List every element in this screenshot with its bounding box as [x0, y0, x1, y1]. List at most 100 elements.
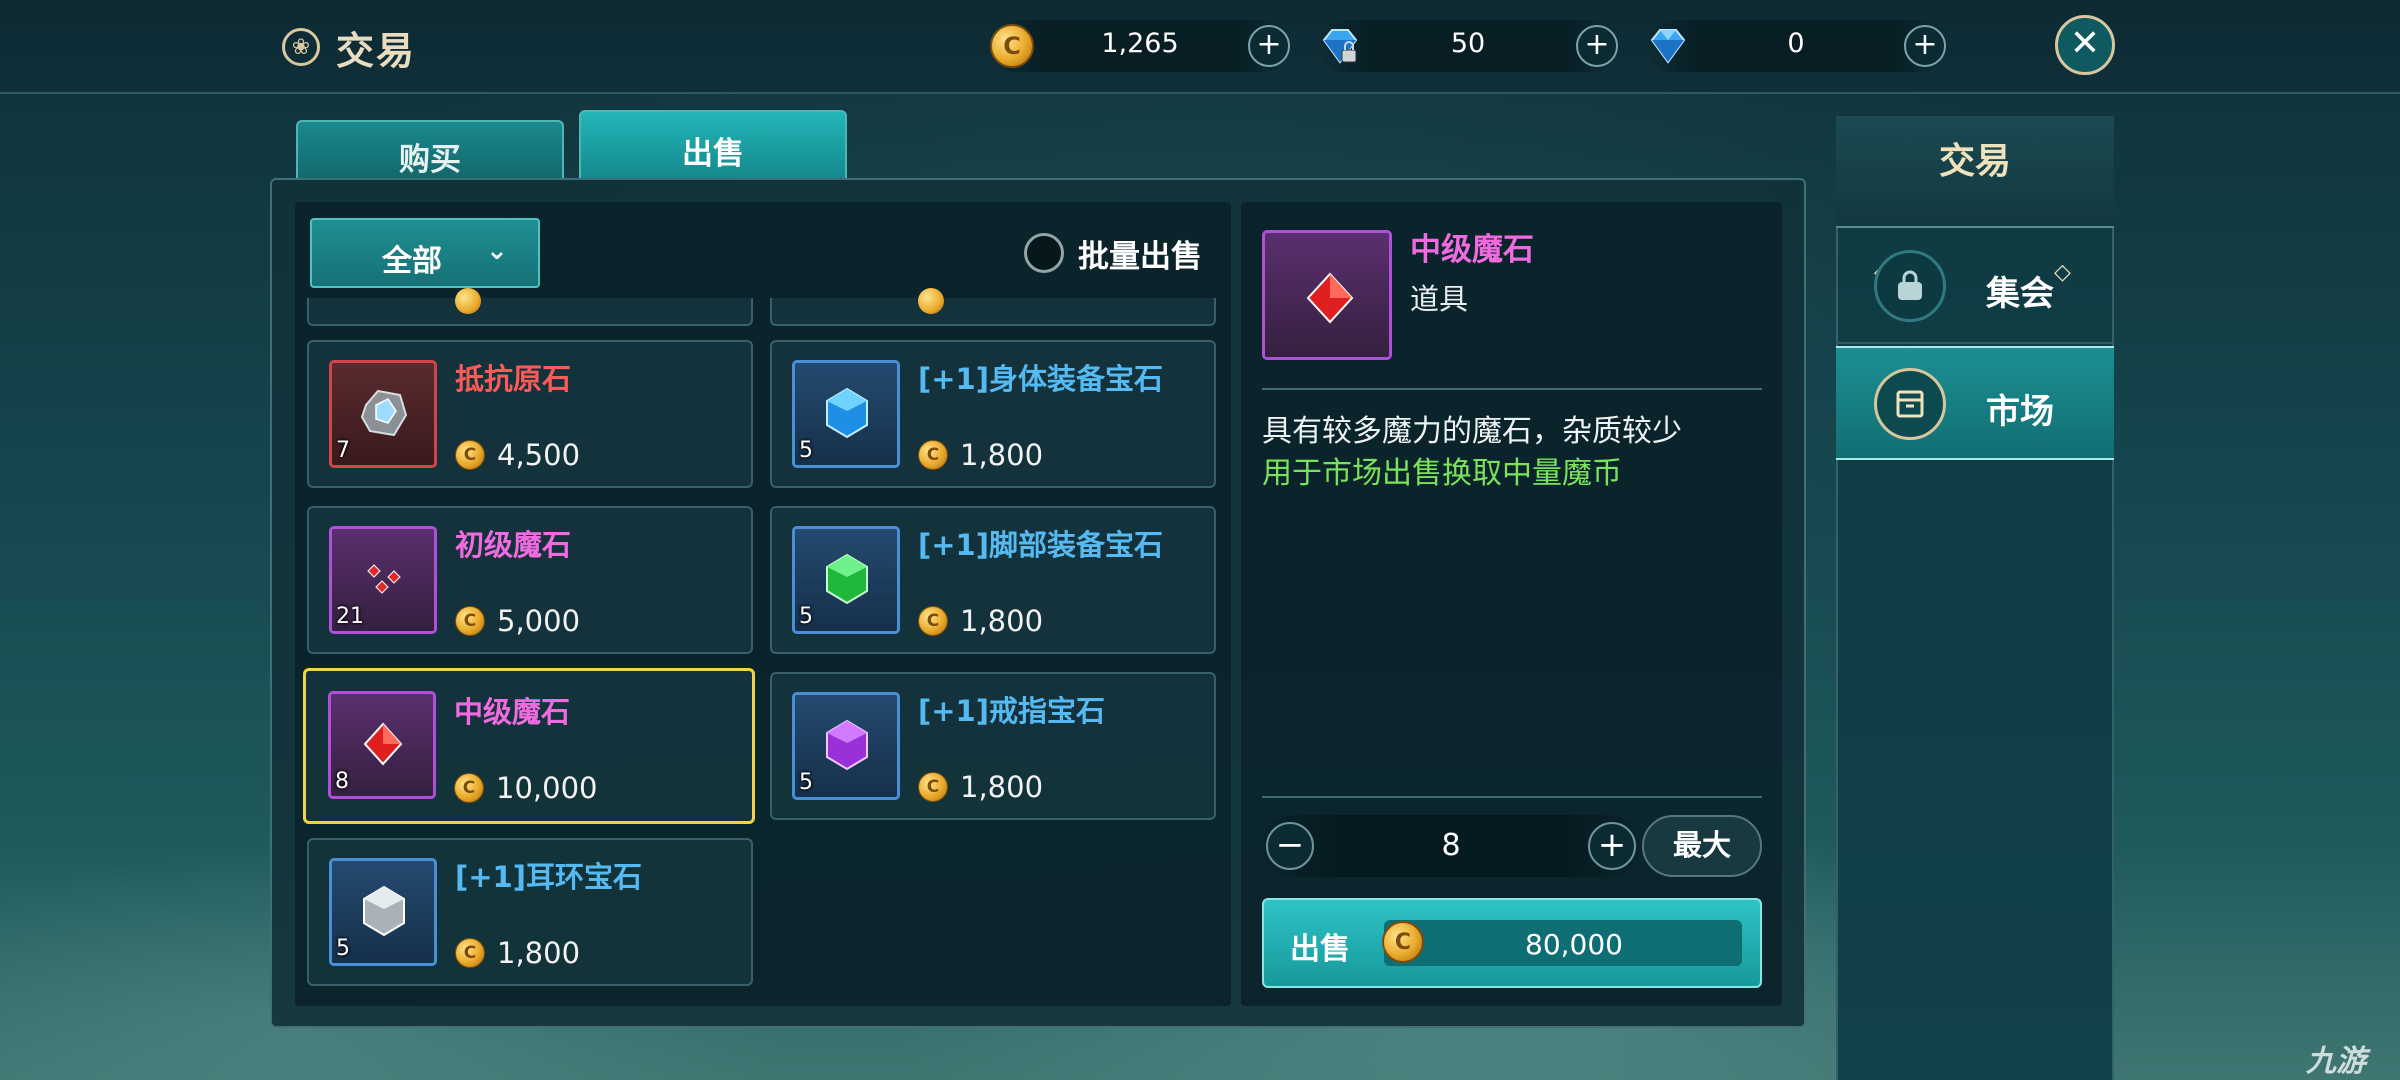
item-price-value: 5,000: [497, 604, 581, 638]
item-price: C 5,000: [455, 604, 580, 638]
gold-coin-icon: [918, 288, 944, 314]
sell-total: C 80,000: [1382, 920, 1742, 966]
item-price-value: 1,800: [960, 438, 1044, 472]
item-price-value: 10,000: [496, 771, 598, 805]
item-name: [+1]戒指宝石: [918, 694, 1105, 728]
gold-coin-icon: [455, 288, 481, 314]
list-item-basic-magic-stone[interactable]: 21 初级魔石 C 5,000: [307, 506, 753, 654]
item-price: C 1,800: [455, 936, 580, 970]
small-magic-stones-icon: [367, 564, 401, 594]
add-bound-diamond-button[interactable]: +: [1576, 25, 1618, 67]
list-item-ring-gem[interactable]: 5 [+1]戒指宝石 C 1,800: [770, 672, 1216, 820]
item-price: C 1,800: [918, 770, 1043, 804]
gold-currency: C 1,265 +: [990, 20, 1290, 72]
detail-usage: 用于市场出售换取中量魔币: [1262, 456, 1622, 491]
item-slot: 7: [329, 360, 437, 468]
tab-sell[interactable]: 出售: [579, 110, 847, 178]
item-count: 5: [336, 936, 350, 961]
detail-item-type: 道具: [1410, 282, 1469, 316]
item-price: C 1,800: [918, 438, 1043, 472]
category-filter-dropdown[interactable]: 全部 ⌄: [310, 218, 540, 288]
item-name: [+1]身体装备宝石: [918, 362, 1163, 396]
detail-item-name: 中级魔石: [1410, 232, 1534, 268]
add-gold-button[interactable]: +: [1248, 25, 1290, 67]
shop-stall-icon: [1874, 368, 1946, 440]
item-price: C 10,000: [454, 771, 597, 805]
blue-gem-icon: [826, 387, 868, 439]
item-count: 5: [799, 770, 813, 795]
tab-buy[interactable]: 购买: [296, 120, 564, 178]
item-name: 初级魔石: [455, 528, 572, 562]
list-item-mid-magic-stone[interactable]: 8 中级魔石 C 10,000: [303, 668, 755, 824]
item-name: [+1]脚部装备宝石: [918, 528, 1163, 562]
close-icon: ✕: [2069, 23, 2101, 64]
red-magic-stone-icon: [1306, 272, 1354, 324]
item-slot: 21: [329, 526, 437, 634]
increase-quantity-button[interactable]: +: [1588, 822, 1636, 870]
top-bar: ❀ 交易 C 1,265 + 50 + 0 + ✕: [0, 0, 2400, 94]
quantity-value: 8: [1441, 828, 1461, 863]
locked-diamond-icon: [1322, 29, 1358, 64]
gold-coin-icon: C: [454, 773, 484, 803]
sidebar-item-label: 市场: [1986, 392, 2054, 432]
item-price: C 1,800: [918, 604, 1043, 638]
item-name: 中级魔石: [454, 695, 571, 729]
item-price-value: 1,800: [497, 936, 581, 970]
close-button[interactable]: ✕: [2055, 15, 2115, 75]
gold-amount: 1,265: [1101, 28, 1179, 59]
decrease-quantity-button[interactable]: −: [1266, 822, 1314, 870]
sell-total-value: 80,000: [1525, 928, 1623, 961]
list-item-body-gem[interactable]: 5 [+1]身体装备宝石 C 1,800: [770, 340, 1216, 488]
category-filter-label: 全部: [382, 244, 442, 279]
silver-gem-icon: [363, 885, 405, 937]
gold-coin-icon: C: [918, 772, 948, 802]
bound-diamond-amount: 50: [1450, 28, 1486, 59]
list-item-resist-ore[interactable]: 7 抵抗原石 C 4,500: [307, 340, 753, 488]
batch-sell-toggle[interactable]: 批量出售: [1024, 230, 1202, 276]
item-price-value: 4,500: [497, 438, 581, 472]
diamond-currency: 0 +: [1646, 20, 1946, 72]
gold-coin-icon: C: [990, 24, 1034, 68]
batch-sell-radio[interactable]: [1024, 233, 1064, 273]
quantity-stepper: − 8 +: [1262, 815, 1640, 877]
sidebar-item-gathering[interactable]: 集会: [1836, 230, 2114, 344]
sell-button[interactable]: 出售 C 80,000: [1262, 898, 1762, 988]
item-price: C 4,500: [455, 438, 580, 472]
diamond-icon: [1650, 29, 1686, 64]
item-slot: 5: [792, 360, 900, 468]
chevron-down-icon: ⌄: [486, 236, 508, 266]
max-quantity-button[interactable]: 最大: [1642, 815, 1762, 877]
item-count: 5: [799, 604, 813, 629]
detail-item-slot: [1262, 230, 1392, 360]
gold-coin-icon: C: [455, 938, 485, 968]
purple-gem-icon: [826, 719, 868, 771]
list-item-partial[interactable]: [770, 288, 1216, 326]
item-slot: 5: [792, 526, 900, 634]
watermark-logo: 九游: [2306, 1044, 2366, 1079]
bound-diamond-currency: 50 +: [1318, 20, 1618, 72]
batch-sell-label: 批量出售: [1078, 238, 1202, 275]
divider: [1262, 796, 1762, 798]
item-slot: 5: [792, 692, 900, 800]
gold-coin-icon: C: [918, 606, 948, 636]
inventory-list[interactable]: 7 抵抗原石 C 4,500 5 [+1]身体装备宝石 C 1,800 21 初…: [295, 202, 1231, 1006]
divider: [1262, 388, 1762, 390]
gold-coin-icon: C: [455, 606, 485, 636]
list-item-earring-gem[interactable]: 5 [+1]耳环宝石 C 1,800: [307, 838, 753, 986]
item-price-value: 1,800: [960, 770, 1044, 804]
item-name: [+1]耳环宝石: [455, 860, 642, 894]
trade-emblem-icon: ❀: [282, 28, 320, 66]
item-count: 7: [336, 438, 350, 463]
list-item-foot-gem[interactable]: 5 [+1]脚部装备宝石 C 1,800: [770, 506, 1216, 654]
bag-icon-glyph: [1898, 270, 1922, 300]
item-count: 21: [336, 604, 364, 629]
sidebar-item-market[interactable]: 市场: [1836, 346, 2114, 460]
list-item-partial[interactable]: [307, 288, 753, 326]
side-nav-title: 交易: [1938, 141, 2011, 182]
screen-title: ❀ 交易: [282, 22, 416, 73]
item-price-value: 1,800: [960, 604, 1044, 638]
item-count: 5: [799, 438, 813, 463]
item-count: 8: [335, 769, 349, 794]
resist-ore-icon: [360, 389, 408, 437]
add-diamond-button[interactable]: +: [1904, 25, 1946, 67]
